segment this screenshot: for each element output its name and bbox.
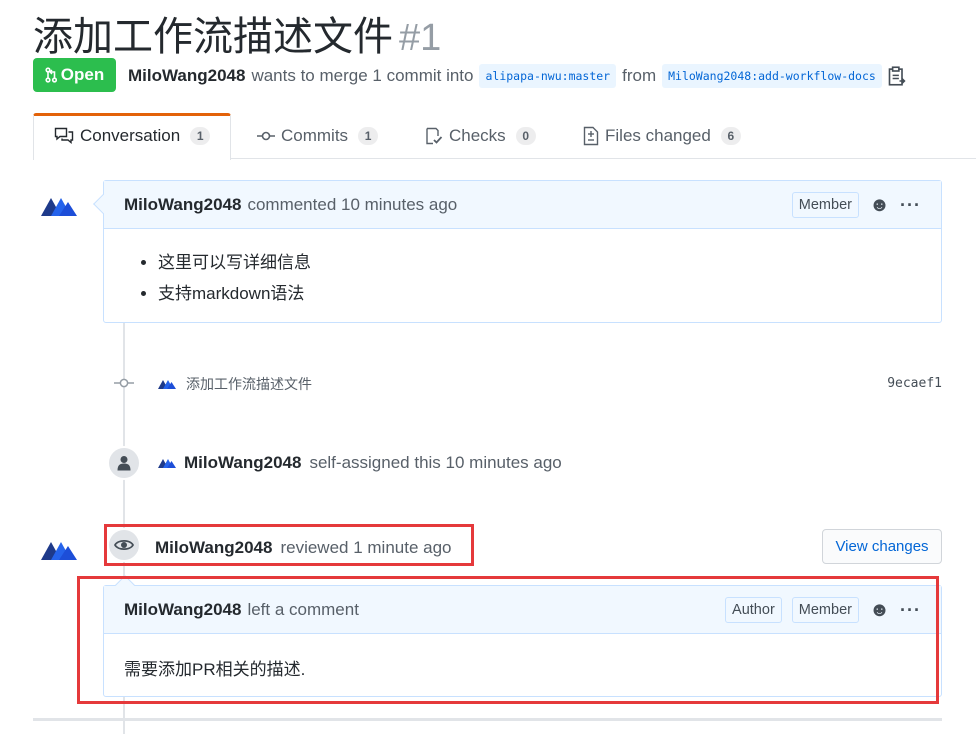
- pr-author-link[interactable]: MiloWang2048: [128, 66, 245, 86]
- tab-conversation-label: Conversation: [80, 126, 181, 145]
- comment-timestamp[interactable]: commented 10 minutes ago: [247, 195, 457, 215]
- tab-conversation-count: 1: [190, 127, 211, 145]
- checklist-icon: [426, 127, 443, 145]
- more-options-icon[interactable]: ···: [900, 196, 921, 214]
- tab-files-changed-count: 6: [720, 127, 741, 145]
- comment-discussion-icon: [54, 127, 74, 144]
- comment-body: 这里可以写详细信息 支持markdown语法: [104, 229, 941, 327]
- git-pull-request-icon: [45, 67, 57, 83]
- from-text: from: [622, 66, 657, 85]
- tab-commits[interactable]: Commits 1: [257, 126, 379, 146]
- base-branch[interactable]: alipapa-nwu:master: [479, 64, 617, 88]
- assign-event: MiloWang2048 self-assigned this 10 minut…: [158, 453, 562, 473]
- comment-header: MiloWang2048 commented 10 minutes ago Me…: [104, 181, 941, 229]
- add-reaction-icon[interactable]: ☻: [869, 195, 890, 215]
- merge-text: wants to merge 1 commit into: [251, 66, 474, 85]
- list-item: 这里可以写详细信息: [158, 247, 921, 278]
- commit-message[interactable]: 添加工作流描述文件: [186, 374, 312, 394]
- git-commit-icon: [257, 131, 275, 141]
- file-diff-icon: [583, 126, 599, 146]
- tab-checks-count: 0: [515, 127, 536, 145]
- tab-files-changed-label: Files changed: [605, 126, 711, 145]
- event-author-avatar[interactable]: [158, 457, 176, 469]
- tab-checks-label: Checks: [449, 126, 506, 145]
- pr-state-label: Open: [60, 65, 105, 84]
- clipboard-copy-icon[interactable]: [888, 66, 906, 86]
- tab-conversation[interactable]: Conversation 1: [54, 126, 211, 146]
- commit-author-avatar[interactable]: [158, 378, 176, 390]
- assign-event-text: self-assigned this 10 minutes ago: [309, 453, 562, 472]
- pr-state-badge: Open: [33, 58, 116, 92]
- reviewer-avatar[interactable]: [41, 538, 77, 562]
- commit-row: 添加工作流描述文件: [158, 374, 312, 394]
- list-item: 支持markdown语法: [158, 278, 921, 309]
- assign-event-author[interactable]: MiloWang2048: [184, 453, 301, 473]
- view-changes-button[interactable]: View changes: [822, 529, 942, 564]
- comment-author[interactable]: MiloWang2048: [124, 195, 241, 215]
- tab-commits-count: 1: [358, 127, 379, 145]
- tab-checks[interactable]: Checks 0: [425, 126, 536, 146]
- pr-title-text: 添加工作流描述文件: [33, 15, 393, 59]
- highlight-box-review: [104, 524, 474, 566]
- person-badge: [107, 446, 141, 480]
- highlight-box-comment: [77, 576, 939, 704]
- author-avatar[interactable]: [41, 194, 77, 218]
- comment-card: MiloWang2048 commented 10 minutes ago Me…: [93, 180, 942, 323]
- commit-sha[interactable]: 9ecaef1: [887, 376, 942, 391]
- timeline-end-divider: [33, 718, 942, 721]
- member-badge: Member: [791, 191, 859, 218]
- head-branch[interactable]: MiloWang2048:add-workflow-docs: [662, 64, 882, 88]
- pr-title: 添加工作流描述文件 #1: [33, 4, 441, 62]
- tab-files-changed[interactable]: Files changed 6: [583, 126, 741, 146]
- pr-merge-info: MiloWang2048 wants to merge 1 commit int…: [128, 64, 906, 88]
- person-icon: [117, 456, 131, 471]
- git-commit-icon: [114, 378, 134, 388]
- tab-commits-label: Commits: [281, 126, 349, 145]
- pr-number: #1: [399, 17, 442, 59]
